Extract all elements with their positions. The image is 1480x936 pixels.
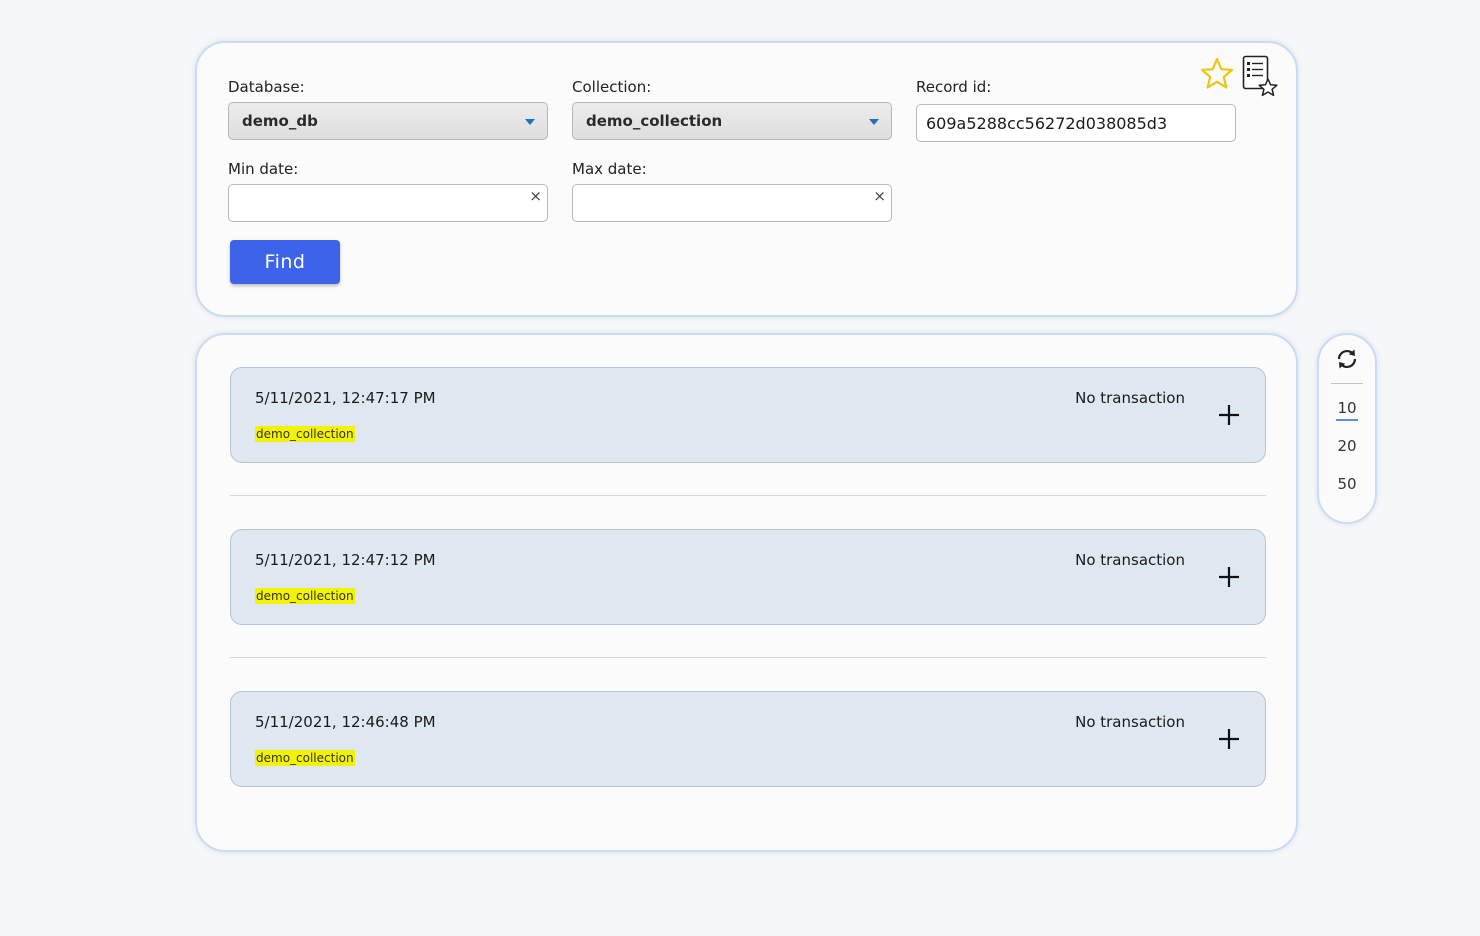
divider	[230, 495, 1266, 496]
collection-select[interactable]: demo_collection	[572, 102, 892, 140]
plus-icon[interactable]	[1217, 403, 1241, 427]
refresh-icon[interactable]	[1335, 347, 1359, 375]
plus-icon[interactable]	[1217, 565, 1241, 589]
min-date-label: Min date:	[228, 160, 299, 178]
min-date-input[interactable]: ×	[228, 184, 548, 222]
database-select-value: demo_db	[242, 112, 318, 130]
record-timestamp: 5/11/2021, 12:46:48 PM	[255, 713, 436, 731]
clear-max-date-icon[interactable]: ×	[873, 187, 886, 205]
collection-select-value: demo_collection	[586, 112, 723, 130]
record-timestamp: 5/11/2021, 12:47:17 PM	[255, 389, 436, 407]
list-item[interactable]: 5/11/2021, 12:46:48 PM demo_collection N…	[230, 691, 1266, 787]
page-size-label: 50	[1337, 475, 1357, 493]
page-size-10[interactable]: 10	[1319, 399, 1375, 421]
max-date-label: Max date:	[572, 160, 647, 178]
record-id-input[interactable]: 609a5288cc56272d038085d3	[916, 104, 1236, 142]
search-panel: Database: demo_db Collection: demo_colle…	[195, 41, 1298, 317]
database-select[interactable]: demo_db	[228, 102, 548, 140]
list-item[interactable]: 5/11/2021, 12:47:12 PM demo_collection N…	[230, 529, 1266, 625]
transaction-status: No transaction	[1075, 551, 1185, 569]
chevron-down-icon	[869, 119, 879, 125]
plus-icon[interactable]	[1217, 727, 1241, 751]
list-item[interactable]: 5/11/2021, 12:47:17 PM demo_collection N…	[230, 367, 1266, 463]
page-size-20[interactable]: 20	[1319, 437, 1375, 455]
transaction-status: No transaction	[1075, 389, 1185, 407]
page-size-sidebar: 10 20 50	[1317, 333, 1377, 524]
clear-min-date-icon[interactable]: ×	[529, 187, 542, 205]
divider	[230, 657, 1266, 658]
record-timestamp: 5/11/2021, 12:47:12 PM	[255, 551, 436, 569]
collection-tag: demo_collection	[255, 588, 355, 604]
database-label: Database:	[228, 78, 305, 96]
collection-tag: demo_collection	[255, 426, 355, 442]
chevron-down-icon	[525, 119, 535, 125]
record-id-value: 609a5288cc56272d038085d3	[926, 113, 1168, 133]
page-size-50[interactable]: 50	[1319, 475, 1375, 493]
page-size-label: 10	[1337, 399, 1357, 417]
find-button[interactable]: Find	[230, 240, 340, 284]
sidebar-divider	[1331, 383, 1363, 384]
star-icon[interactable]	[1200, 57, 1234, 95]
favorites-list-icon[interactable]	[1242, 55, 1280, 103]
transaction-status: No transaction	[1075, 713, 1185, 731]
collection-label: Collection:	[572, 78, 652, 96]
collection-tag: demo_collection	[255, 750, 355, 766]
max-date-input[interactable]: ×	[572, 184, 892, 222]
results-panel: 5/11/2021, 12:47:17 PM demo_collection N…	[195, 333, 1298, 852]
page-size-label: 20	[1337, 437, 1357, 455]
selected-indicator	[1336, 419, 1358, 421]
record-id-label: Record id:	[916, 78, 992, 96]
